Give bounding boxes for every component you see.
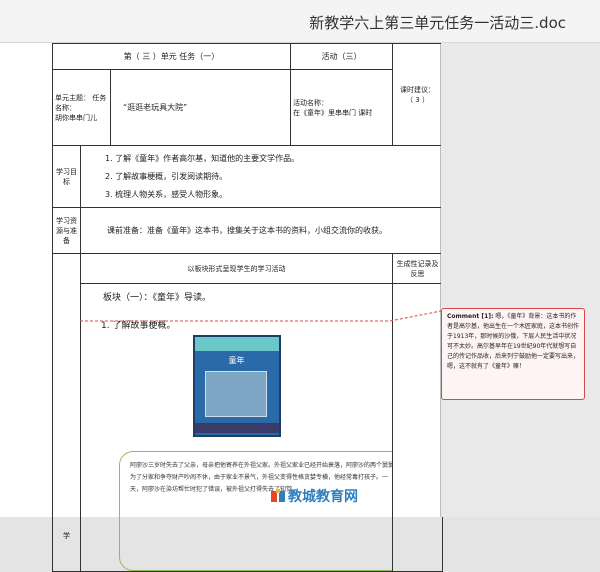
record-head: 生成性记录及反思: [392, 253, 443, 284]
comment-label: Comment [1]:: [447, 313, 494, 320]
activity-head: 以板块形式呈现学生的学习活动: [80, 253, 393, 284]
class-hours-cell: 课时建议： （ 3 ）: [392, 43, 443, 146]
title-bar: 新教学六上第三单元任务一活动三.doc: [0, 0, 600, 43]
goal-item: 3. 梳理人物关系，感受人物形象。: [105, 189, 228, 199]
activity-name-label: 活动名称：: [293, 98, 328, 107]
learn-label: 学: [52, 253, 81, 572]
task-name: “逛逛老玩具大院”: [110, 69, 291, 146]
unit-task-header: 第（ 三 ）单元 任务（一）: [52, 43, 291, 70]
watermark-text: 教城教育网: [288, 489, 358, 505]
cover-title: 童年: [228, 356, 245, 365]
activity-name-cell: 活动名称： 在《童年》里串串门 课时: [290, 69, 393, 146]
unit-theme-cell: 单元主题： 任务名称： 胡你串串门儿: [52, 69, 111, 146]
goal-item: 1. 了解《童年》作者高尔基，知道他的主要文学作品。: [105, 153, 300, 163]
activity-body: 板块（一）：《童年》导读。 1. 了解故事梗概。 童年 阿廖沙三岁时失去了父亲，…: [80, 283, 393, 572]
site-watermark: 教城教育网: [270, 486, 380, 508]
lesson-plan-table: 第（ 三 ）单元 任务（一） 活动（三） 课时建议： （ 3 ） 单元主题： 任…: [52, 43, 443, 572]
class-hours-value: （ 3 ）: [406, 95, 429, 104]
document-title: 新教学六上第三单元任务一活动三.doc: [309, 14, 566, 32]
unit-theme-value: 胡你串串门儿: [55, 113, 97, 122]
book-cover-image: 童年: [192, 335, 281, 437]
comment-connector-line: [80, 310, 441, 322]
comment-text: 嗯，《童年》背景：这本书的作者是高尔基，他出生在一个木匠家庭，这本书创作于191…: [447, 313, 580, 370]
document-page[interactable]: 第（ 三 ）单元 任务（一） 活动（三） 课时建议： （ 3 ） 单元主题： 任…: [0, 43, 443, 572]
cover-illustration: [204, 371, 267, 417]
resources-label: 学习资源与准备: [52, 207, 81, 254]
class-hours-label: 课时建议：: [400, 85, 435, 94]
comment-balloon[interactable]: Comment [1]: 嗯，《童年》背景：这本书的作者是高尔基，他出生在一个木…: [441, 308, 585, 400]
goal-item: 2. 了解故事梗概，引发阅读期待。: [105, 171, 228, 181]
record-cell: [392, 283, 443, 572]
story-summary-box: 阿廖沙三岁时失去了父亲，母亲把他寄养在外祖父家。外祖父家业已经开始衰落，阿廖沙的…: [119, 451, 392, 571]
activity-header: 活动（三）: [290, 43, 393, 70]
goals-list: 1. 了解《童年》作者高尔基，知道他的主要文学作品。 2. 了解故事梗概，引发阅…: [80, 145, 443, 208]
resources-text: 课前准备：准备《童年》这本书，搜集关于这本书的资料，小组交流你的收获。: [80, 207, 443, 254]
section-divider: [82, 307, 392, 308]
unit-theme-label: 单元主题： 任务名称：: [55, 93, 107, 112]
goals-label: 学习目标: [52, 145, 81, 208]
cover-footer: [194, 423, 279, 433]
comment-margin: [441, 43, 600, 517]
activity-name-value: 在《童年》里串串门 课时: [293, 108, 373, 117]
cover-strip: [194, 337, 279, 351]
section-title: 板块（一）：《童年》导读。: [103, 293, 212, 303]
book-logo-icon: [271, 489, 285, 502]
